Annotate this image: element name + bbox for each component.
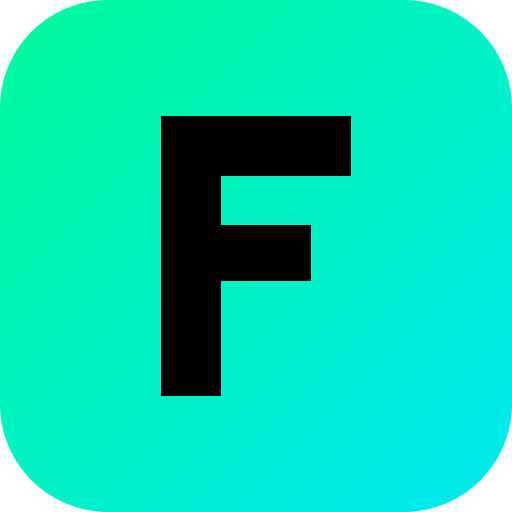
letter-f-shape [161,116,351,396]
app-icon: F [0,0,512,512]
letter-f-glyph [161,116,351,396]
